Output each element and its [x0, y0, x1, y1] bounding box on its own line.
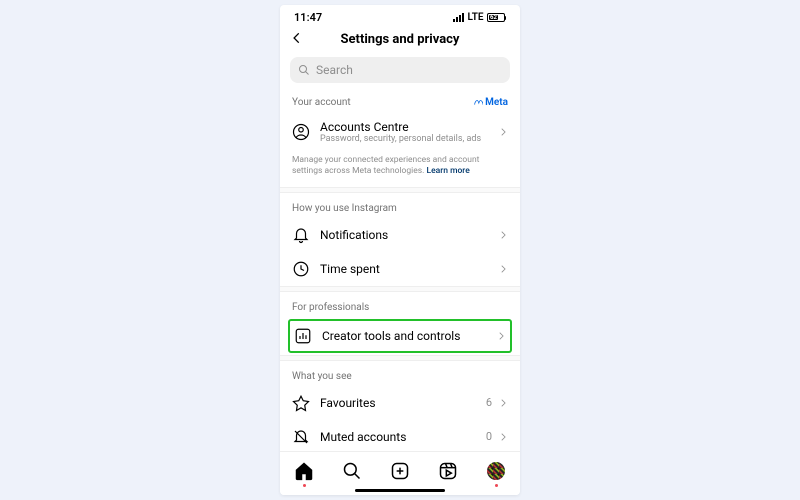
reels-icon: [438, 461, 458, 481]
meta-icon: [473, 98, 483, 108]
row-time-spent[interactable]: Time spent: [280, 252, 520, 286]
search-input[interactable]: Search: [290, 57, 510, 83]
plus-square-icon: [390, 461, 410, 481]
row-favourites[interactable]: Favourites 6: [280, 386, 520, 420]
bell-icon: [292, 226, 310, 244]
tab-new-post[interactable]: [389, 460, 411, 482]
network-label: LTE: [467, 12, 483, 23]
chevron-right-icon: [498, 432, 508, 442]
favourites-label: Favourites: [320, 396, 476, 410]
search-icon: [298, 64, 310, 76]
chevron-left-icon: [290, 31, 304, 45]
meta-brand: Meta: [473, 97, 508, 108]
status-bar: 11:47 LTE 62: [280, 5, 520, 28]
section-what-you-see: What you see: [280, 361, 520, 386]
notification-dot: [495, 484, 498, 487]
row-creator-tools[interactable]: Creator tools and controls: [292, 327, 506, 345]
chevron-right-icon: [496, 331, 506, 341]
chevron-right-icon: [498, 230, 508, 240]
row-accounts-centre[interactable]: Accounts Centre Password, security, pers…: [280, 112, 520, 153]
avatar: [487, 462, 505, 480]
home-icon: [294, 461, 314, 481]
section-for-professionals: For professionals: [280, 292, 520, 317]
time-spent-label: Time spent: [320, 262, 488, 276]
accounts-centre-footnote: Manage your connected experiences and ac…: [280, 153, 520, 187]
bell-off-icon: [292, 428, 310, 446]
learn-more-link[interactable]: Learn more: [427, 166, 470, 176]
tab-home[interactable]: [293, 460, 315, 482]
row-muted-accounts[interactable]: Muted accounts 0: [280, 420, 520, 451]
settings-scroll[interactable]: Your account Meta Accounts Centre Passwo…: [280, 91, 520, 451]
clock-icon: [292, 260, 310, 278]
home-indicator: [355, 489, 445, 492]
section-how-you-use: How you use Instagram: [280, 193, 520, 218]
accounts-centre-label: Accounts Centre: [320, 120, 488, 134]
chevron-right-icon: [498, 127, 508, 137]
row-notifications[interactable]: Notifications: [280, 218, 520, 252]
chevron-right-icon: [498, 398, 508, 408]
notifications-label: Notifications: [320, 228, 488, 242]
muted-label: Muted accounts: [320, 430, 476, 444]
tab-search[interactable]: [341, 460, 363, 482]
tab-profile[interactable]: [485, 460, 507, 482]
creator-tools-label: Creator tools and controls: [322, 329, 486, 343]
search-icon: [342, 461, 362, 481]
muted-count: 0: [486, 430, 492, 443]
signal-icon: [453, 13, 464, 22]
page-header: Settings and privacy: [280, 28, 520, 55]
notification-dot: [303, 484, 306, 487]
favourites-count: 6: [486, 396, 492, 409]
chart-bar-icon: [294, 327, 312, 345]
tab-reels[interactable]: [437, 460, 459, 482]
accounts-centre-sub: Password, security, personal details, ad…: [320, 134, 488, 145]
search-placeholder: Search: [316, 63, 353, 77]
back-button[interactable]: [290, 30, 304, 49]
chevron-right-icon: [498, 264, 508, 274]
page-title: Settings and privacy: [341, 32, 460, 47]
status-time: 11:47: [294, 11, 322, 24]
person-circle-icon: [292, 123, 310, 141]
phone-frame: 11:47 LTE 62 Settings and privacy Search…: [280, 5, 520, 495]
highlight-creator-tools: Creator tools and controls: [288, 319, 512, 353]
section-your-account: Your account Meta: [280, 91, 520, 112]
star-icon: [292, 394, 310, 412]
battery-icon: 62: [487, 13, 507, 22]
